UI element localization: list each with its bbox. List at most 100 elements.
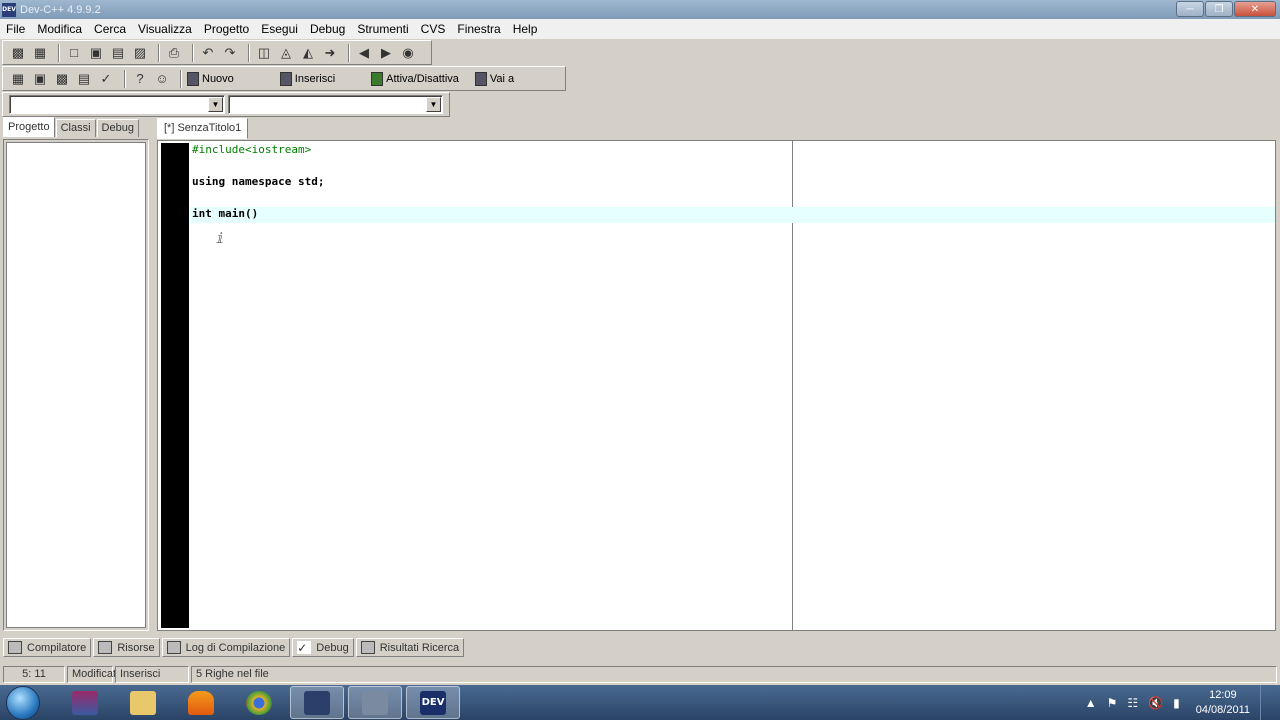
tab-debug-label: Debug: [316, 641, 349, 654]
indent-right-icon[interactable]: ▶: [377, 44, 395, 62]
bottom-panel-tabs: Compilatore Risorse Log di Compilazione …: [3, 638, 466, 657]
menu-file[interactable]: File: [6, 22, 25, 36]
clock[interactable]: 12:09 04/08/2011: [1196, 688, 1250, 718]
app-icon[interactable]: DEV: [2, 2, 16, 17]
redo-icon[interactable]: ↷: [221, 44, 239, 62]
run-icon[interactable]: ▣: [31, 70, 49, 88]
insert-mode: Inserisci: [115, 666, 189, 683]
rebuild-icon[interactable]: ▤: [75, 70, 93, 88]
save-icon[interactable]: ▣: [87, 44, 105, 62]
window-title: Dev-C++ 4.9.9.2: [20, 3, 101, 16]
undo-icon[interactable]: ↶: [199, 44, 217, 62]
nuovo-button[interactable]: Nuovo: [187, 71, 234, 86]
about-icon[interactable]: ☺: [153, 70, 171, 88]
goto-line-icon[interactable]: ➜: [321, 44, 339, 62]
new-file-icon[interactable]: □: [65, 44, 83, 62]
device-icon[interactable]: ☷: [1127, 696, 1138, 710]
editor-tab[interactable]: [*] SenzaTitolo1: [157, 118, 249, 139]
show-hidden-icons-icon[interactable]: ▲: [1085, 696, 1097, 710]
compiler-icon: [8, 641, 22, 654]
save-all-icon[interactable]: ▤: [109, 44, 127, 62]
close-button[interactable]: ✕: [1234, 1, 1276, 17]
action-center-flag-icon[interactable]: ⚑: [1107, 696, 1118, 710]
chrome-icon: [246, 690, 272, 715]
vai-a-button[interactable]: Vai a: [474, 71, 515, 86]
menu-cerca[interactable]: Cerca: [94, 22, 126, 36]
network-signal-icon[interactable]: ▮: [1173, 696, 1180, 710]
show-desktop-button[interactable]: [1260, 685, 1272, 720]
vai-a-label: Vai a: [489, 72, 515, 85]
cursor-position: 5: 11: [3, 666, 65, 683]
toolbar-separator: [124, 69, 126, 88]
taskbar-winrar[interactable]: [58, 686, 112, 719]
bookmark-icon: [187, 71, 199, 86]
taskbar-vlc[interactable]: [174, 686, 228, 719]
taskbar-tools-app[interactable]: [348, 686, 402, 719]
toolbar-separator: [348, 43, 350, 62]
inserisci-label: Inserisci: [294, 72, 336, 85]
editor-gutter: [161, 143, 189, 628]
start-button[interactable]: [6, 685, 40, 720]
code-line-3: using namespace std;: [192, 175, 325, 188]
inserisci-button[interactable]: Inserisci: [279, 71, 336, 86]
menu-visualizza[interactable]: Visualizza: [138, 22, 192, 36]
tab-classi[interactable]: Classi: [55, 119, 96, 137]
resources-icon: [98, 641, 113, 654]
help-icon[interactable]: ?: [131, 70, 149, 88]
menu-finestra[interactable]: Finestra: [457, 22, 500, 36]
tab-log-compilazione[interactable]: Log di Compilazione: [161, 638, 291, 657]
replace-icon[interactable]: ◬: [277, 44, 295, 62]
film-icon: [304, 690, 330, 715]
insert-icon: [279, 71, 292, 86]
taskbar-chrome[interactable]: [232, 686, 286, 719]
secondary-toolbar: ▦ ▣ ▩ ▤ ✓ ? ☺ Nuovo Inserisci Attiva/Dis…: [2, 66, 566, 91]
folder-icon: [130, 690, 156, 715]
toggle-bookmark-icon: [371, 71, 384, 86]
print-icon[interactable]: ⎙: [165, 44, 183, 62]
menu-cvs[interactable]: CVS: [421, 22, 446, 36]
project-tree[interactable]: [6, 142, 146, 628]
member-combo[interactable]: ▼: [228, 95, 443, 114]
toggle-comment-icon[interactable]: ◉: [399, 44, 417, 62]
new-project-icon[interactable]: ▩: [9, 44, 27, 62]
open-project-icon[interactable]: ▦: [31, 44, 49, 62]
winrar-icon: [72, 690, 98, 715]
code-editor[interactable]: #include<iostream> using namespace std; …: [157, 140, 1276, 631]
compile-run-icon[interactable]: ▩: [53, 70, 71, 88]
chevron-down-icon[interactable]: ▼: [426, 97, 441, 112]
taskbar-video-app[interactable]: [290, 686, 344, 719]
menu-strumenti[interactable]: Strumenti: [357, 22, 408, 36]
close-file-icon[interactable]: ▨: [131, 44, 149, 62]
find-icon[interactable]: ◫: [255, 44, 273, 62]
minimize-button[interactable]: ─: [1176, 1, 1204, 17]
attiva-disattiva-button[interactable]: Attiva/Disattiva: [371, 71, 459, 86]
volume-muted-icon[interactable]: 🔇: [1148, 696, 1163, 710]
menu-help[interactable]: Help: [513, 22, 538, 36]
tab-compilatore[interactable]: Compilatore: [3, 638, 92, 657]
menu-debug[interactable]: Debug: [310, 22, 345, 36]
goto-bookmark-icon: [474, 71, 487, 86]
tab-progetto[interactable]: Progetto: [3, 117, 55, 137]
menu-esegui[interactable]: Esegui: [261, 22, 298, 36]
maximize-button[interactable]: ❐: [1205, 1, 1233, 17]
tab-debug[interactable]: Debug: [96, 119, 139, 137]
find-next-icon[interactable]: ◭: [299, 44, 317, 62]
menu-progetto[interactable]: Progetto: [204, 22, 249, 36]
toolbar-separator: [248, 43, 250, 62]
indent-left-icon[interactable]: ◀: [355, 44, 373, 62]
check-icon[interactable]: ✓: [97, 70, 115, 88]
tab-risorse[interactable]: Risorse: [93, 638, 160, 657]
taskbar-explorer[interactable]: [116, 686, 170, 719]
tab-compilatore-label: Compilatore: [27, 641, 87, 654]
project-panel: [3, 139, 149, 631]
system-tray: ▲ ⚑ ☷ 🔇 ▮ 12:09 04/08/2011: [1085, 685, 1272, 720]
tab-risultati-ricerca[interactable]: Risultati Ricerca: [355, 638, 465, 657]
toolbar-separator: [58, 43, 60, 62]
tab-risorse-label: Risorse: [117, 641, 155, 654]
compile-icon[interactable]: ▦: [9, 70, 27, 88]
taskbar-devcpp[interactable]: DEV: [406, 686, 460, 719]
chevron-down-icon[interactable]: ▼: [208, 97, 223, 112]
tab-debug-output[interactable]: ✓ Debug: [292, 638, 354, 657]
menu-modifica[interactable]: Modifica: [37, 22, 82, 36]
class-combo[interactable]: ▼: [9, 95, 225, 114]
